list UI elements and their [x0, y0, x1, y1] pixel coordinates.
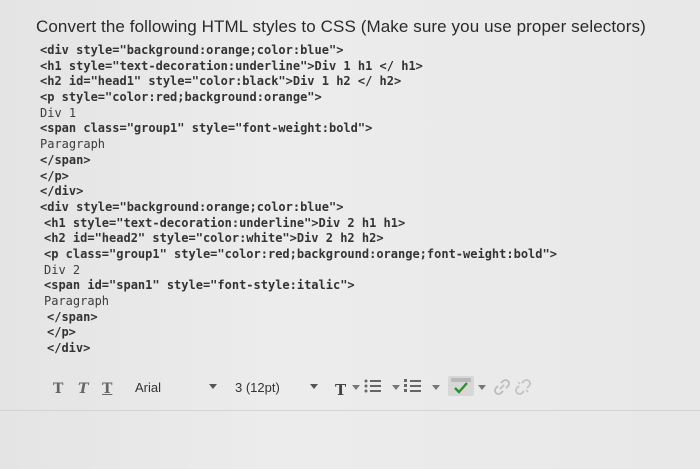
text-color-dropdown-icon[interactable]: [352, 385, 360, 390]
code-line: </span>: [47, 309, 98, 324]
code-line: <span id="span1" style="font-style:itali…: [44, 278, 355, 293]
code-line: <p style="color:red;background:orange">: [40, 90, 322, 105]
spellcheck-dropdown-icon[interactable]: [478, 385, 486, 390]
code-line: <h1 style="text-decoration:underline">Di…: [40, 58, 423, 73]
code-line: </p>: [40, 168, 69, 183]
code-line: <span class="group1" style="font-weight:…: [40, 121, 373, 136]
underline-button[interactable]: T: [102, 381, 112, 397]
font-family-select[interactable]: Arial: [135, 380, 161, 395]
code-line: <h1 style="text-decoration:underline">Di…: [44, 215, 406, 230]
code-line: </div>: [40, 184, 84, 199]
link-icon[interactable]: [494, 379, 510, 395]
numbered-list-icon[interactable]: [403, 378, 423, 394]
bold-button[interactable]: T: [53, 381, 63, 397]
code-line: </span>: [40, 152, 91, 167]
code-line: <h2 id="head2" style="color:white">Div 2…: [44, 231, 384, 246]
font-family-dropdown-icon[interactable]: [209, 384, 217, 389]
code-line: <h2 id="head1" style="color:black">Div 1…: [40, 74, 402, 89]
spellcheck-icon[interactable]: [448, 376, 474, 396]
numbered-list-dropdown-icon[interactable]: [432, 385, 440, 390]
font-size-select[interactable]: 3 (12pt): [235, 380, 280, 395]
code-line: Div 1: [40, 105, 77, 120]
unlink-icon[interactable]: [515, 379, 531, 395]
bullet-list-dropdown-icon[interactable]: [392, 385, 400, 390]
code-block: <div style="background:orange;color:blue…: [40, 43, 660, 357]
code-line: </div>: [47, 341, 91, 356]
code-line: <div style="background:orange;color:blue…: [40, 43, 344, 57]
bullet-list-icon[interactable]: [363, 378, 383, 394]
code-line: Paragraph: [44, 294, 110, 308]
code-line: <p class="group1" style="color:red;backg…: [44, 246, 557, 261]
question-text: Convert the following HTML styles to CSS…: [36, 17, 646, 36]
text-color-button[interactable]: T: [335, 381, 346, 399]
code-line: </p>: [47, 325, 76, 340]
italic-button[interactable]: T: [78, 381, 88, 397]
code-line: Paragraph: [40, 137, 106, 152]
editor-divider: [0, 410, 700, 411]
editor-toolbar: T T T Arial 3 (12pt) T: [0, 368, 700, 408]
font-size-dropdown-icon[interactable]: [310, 384, 318, 389]
code-line: <div style="background:orange;color:blue…: [40, 199, 344, 214]
code-line: Div 2: [44, 262, 81, 277]
